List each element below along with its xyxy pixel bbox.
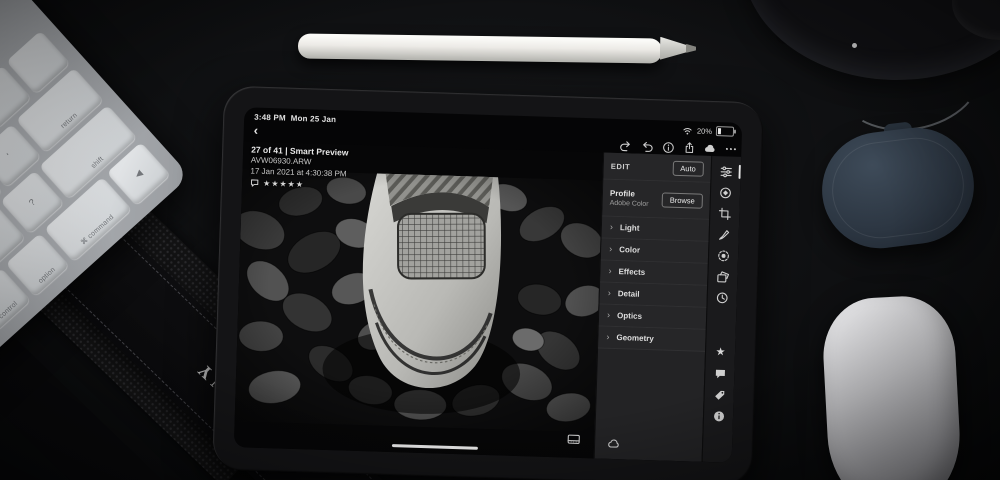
- lens-index-dot: [852, 43, 857, 48]
- cloud-icon[interactable]: [703, 142, 716, 155]
- masking-icon[interactable]: [717, 249, 730, 262]
- rate-review-icon[interactable]: ★: [714, 346, 727, 359]
- chevron-right-icon: ›: [607, 287, 612, 298]
- section-label: Geometry: [616, 333, 654, 344]
- earbud-case: [815, 121, 981, 255]
- more-icon[interactable]: [724, 142, 737, 155]
- undo-icon[interactable]: [640, 140, 653, 153]
- redo-icon[interactable]: [619, 139, 632, 152]
- keywords-icon[interactable]: [712, 388, 725, 401]
- edit-panel: EDIT Auto Profile Adobe Color Browse › L…: [593, 152, 712, 462]
- status-icons: 20%: [682, 125, 735, 137]
- chevron-right-icon: ›: [608, 265, 612, 276]
- photo-area: 27 of 41 | Smart Preview AVW06930.ARW 17…: [233, 141, 606, 459]
- battery-percent: 20%: [696, 125, 713, 136]
- wifi-icon: [683, 127, 692, 135]
- section-label: Effects: [618, 267, 646, 277]
- info-icon[interactable]: [661, 140, 674, 153]
- status-time-date: 3:48 PM Mon 25 Jan: [254, 113, 336, 125]
- tablet: 3:48 PM Mon 25 Jan 20% ‹ 27 of 41 | Smar…: [212, 85, 764, 480]
- cloud-sync-icon[interactable]: [607, 438, 620, 451]
- desk-scene: SONY ' return < ? shift control o: [0, 0, 1000, 480]
- content: 27 of 41 | Smart Preview AVW06930.ARW 17…: [233, 141, 742, 463]
- pencil-tip: [686, 44, 696, 53]
- chevron-right-icon: ›: [609, 221, 614, 232]
- brush-icon[interactable]: [718, 228, 731, 241]
- section-geometry[interactable]: › Geometry: [598, 326, 706, 352]
- chevron-right-icon: ›: [606, 309, 611, 320]
- tablet-screen: 3:48 PM Mon 25 Jan 20% ‹ 27 of 41 | Smar…: [233, 107, 743, 463]
- photo-datetime: 17 Jan 2021 at 4:30:38 PM: [250, 165, 347, 178]
- mouse: [820, 293, 964, 480]
- photo-metadata: 27 of 41 | Smart Preview AVW06930.ARW 17…: [250, 144, 348, 190]
- info-filled-icon[interactable]: [712, 409, 725, 422]
- pencil-cone: [660, 37, 688, 60]
- chevron-right-icon: ›: [609, 243, 613, 254]
- section-label: Color: [619, 245, 641, 255]
- edit-sliders-icon[interactable]: [719, 164, 741, 179]
- selected-tool-indicator: [738, 164, 741, 179]
- presets-icon[interactable]: [716, 270, 730, 283]
- browse-button[interactable]: Browse: [661, 191, 704, 209]
- section-label: Optics: [616, 311, 643, 321]
- auto-button[interactable]: Auto: [672, 160, 705, 177]
- comment-bubble-icon: [250, 179, 259, 187]
- profile-row: Profile Adobe Color Browse: [602, 179, 711, 220]
- stylus-pencil: [297, 33, 663, 64]
- status-date: Mon 25 Jan: [290, 113, 337, 125]
- edit-header: EDIT: [610, 161, 631, 171]
- photo-shoe: [233, 153, 606, 433]
- heal-icon[interactable]: [719, 186, 732, 199]
- activity-icon[interactable]: [713, 367, 726, 380]
- back-button[interactable]: ‹: [254, 123, 259, 138]
- filmstrip-icon[interactable]: [567, 432, 581, 450]
- rail-spacer: [721, 312, 722, 338]
- status-time: 3:48 PM: [254, 112, 286, 123]
- profile-value: Adobe Color: [609, 199, 649, 209]
- chevron-right-icon: ›: [606, 331, 610, 342]
- edit-header-row: EDIT Auto: [603, 152, 712, 183]
- versions-icon[interactable]: [716, 291, 729, 304]
- star-rating[interactable]: ★★★★★: [263, 179, 304, 189]
- battery-icon: [715, 126, 735, 137]
- status-bar: 3:48 PM Mon 25 Jan 20%: [244, 110, 742, 140]
- section-label: Light: [619, 223, 640, 233]
- section-label: Detail: [617, 289, 640, 299]
- share-icon[interactable]: [682, 141, 695, 154]
- crop-icon[interactable]: [718, 207, 731, 221]
